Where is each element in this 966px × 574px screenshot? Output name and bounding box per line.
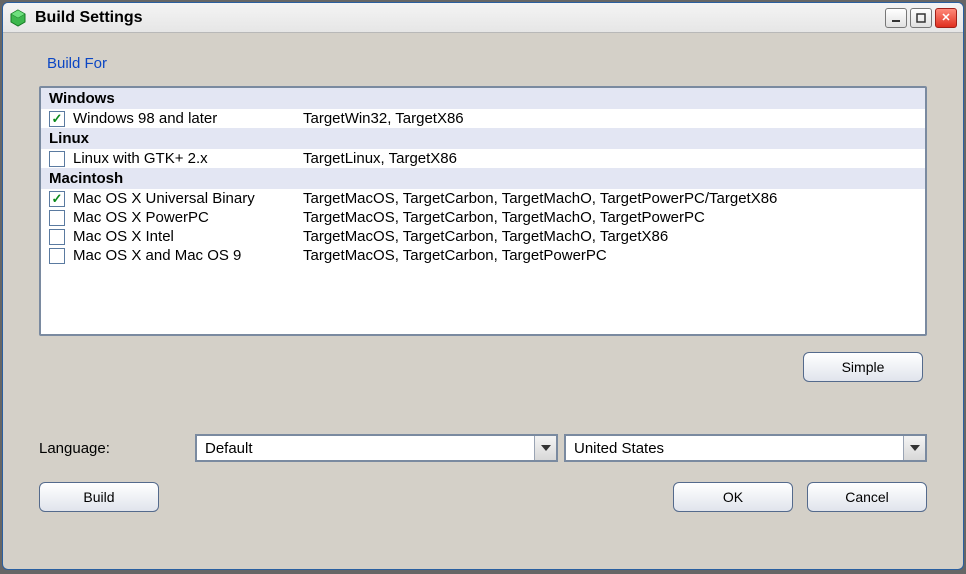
chevron-down-icon[interactable] xyxy=(534,436,556,460)
row-macintel[interactable]: Mac OS X Intel TargetMacOS, TargetCarbon… xyxy=(41,227,925,246)
row-targets: TargetMacOS, TargetCarbon, TargetMachO, … xyxy=(303,209,917,226)
row-targets: TargetMacOS, TargetCarbon, TargetMachO, … xyxy=(303,228,917,245)
group-windows: Windows xyxy=(41,88,925,109)
row-targets: TargetMacOS, TargetCarbon, TargetPowerPC xyxy=(303,247,917,264)
language-label: Language: xyxy=(39,440,189,457)
window-title: Build Settings xyxy=(35,9,885,27)
row-label: Mac OS X and Mac OS 9 xyxy=(73,247,303,264)
window-buttons: ✕ xyxy=(885,8,957,28)
cancel-button[interactable]: Cancel xyxy=(807,482,927,512)
row-macppc[interactable]: Mac OS X PowerPC TargetMacOS, TargetCarb… xyxy=(41,208,925,227)
row-targets: TargetLinux, TargetX86 xyxy=(303,150,917,167)
simple-button[interactable]: Simple xyxy=(803,352,923,382)
checkbox-windows98[interactable]: ✓ xyxy=(49,111,65,127)
ok-button[interactable]: OK xyxy=(673,482,793,512)
language-row: Language: Default United States xyxy=(39,434,927,462)
row-label: Windows 98 and later xyxy=(73,110,303,127)
minimize-button[interactable] xyxy=(885,8,907,28)
row-label: Mac OS X Intel xyxy=(73,228,303,245)
build-settings-window: Build Settings ✕ Build For Windows ✓ Win… xyxy=(2,2,964,570)
row-label: Linux with GTK+ 2.x xyxy=(73,150,303,167)
build-for-label: Build For xyxy=(47,55,927,72)
row-label: Mac OS X Universal Binary xyxy=(73,190,303,207)
bottom-button-row: Build OK Cancel xyxy=(39,482,927,512)
row-windows98[interactable]: ✓ Windows 98 and later TargetWin32, Targ… xyxy=(41,109,925,128)
row-targets: TargetWin32, TargetX86 xyxy=(303,110,917,127)
checkbox-linuxgtk[interactable] xyxy=(49,151,65,167)
dialog-content: Build For Windows ✓ Windows 98 and later… xyxy=(3,33,963,569)
combo-value: United States xyxy=(566,440,903,457)
checkbox-macintel[interactable] xyxy=(49,229,65,245)
checkbox-macuniversal[interactable]: ✓ xyxy=(49,191,65,207)
group-linux: Linux xyxy=(41,128,925,149)
simple-button-row: Simple xyxy=(39,352,927,382)
checkbox-macos9[interactable] xyxy=(49,248,65,264)
chevron-down-icon[interactable] xyxy=(903,436,925,460)
checkbox-macppc[interactable] xyxy=(49,210,65,226)
titlebar[interactable]: Build Settings ✕ xyxy=(3,3,963,33)
row-macuniversal[interactable]: ✓ Mac OS X Universal Binary TargetMacOS,… xyxy=(41,189,925,208)
row-targets: TargetMacOS, TargetCarbon, TargetMachO, … xyxy=(303,190,917,207)
close-button[interactable]: ✕ xyxy=(935,8,957,28)
build-targets-list: Windows ✓ Windows 98 and later TargetWin… xyxy=(39,86,927,336)
row-linuxgtk[interactable]: Linux with GTK+ 2.x TargetLinux, TargetX… xyxy=(41,149,925,168)
maximize-button[interactable] xyxy=(910,8,932,28)
language-combo-1[interactable]: Default xyxy=(195,434,558,462)
group-macintosh: Macintosh xyxy=(41,168,925,189)
app-icon xyxy=(9,9,27,27)
combo-value: Default xyxy=(197,440,534,457)
row-macos9[interactable]: Mac OS X and Mac OS 9 TargetMacOS, Targe… xyxy=(41,246,925,265)
row-label: Mac OS X PowerPC xyxy=(73,209,303,226)
build-button[interactable]: Build xyxy=(39,482,159,512)
language-combo-2[interactable]: United States xyxy=(564,434,927,462)
